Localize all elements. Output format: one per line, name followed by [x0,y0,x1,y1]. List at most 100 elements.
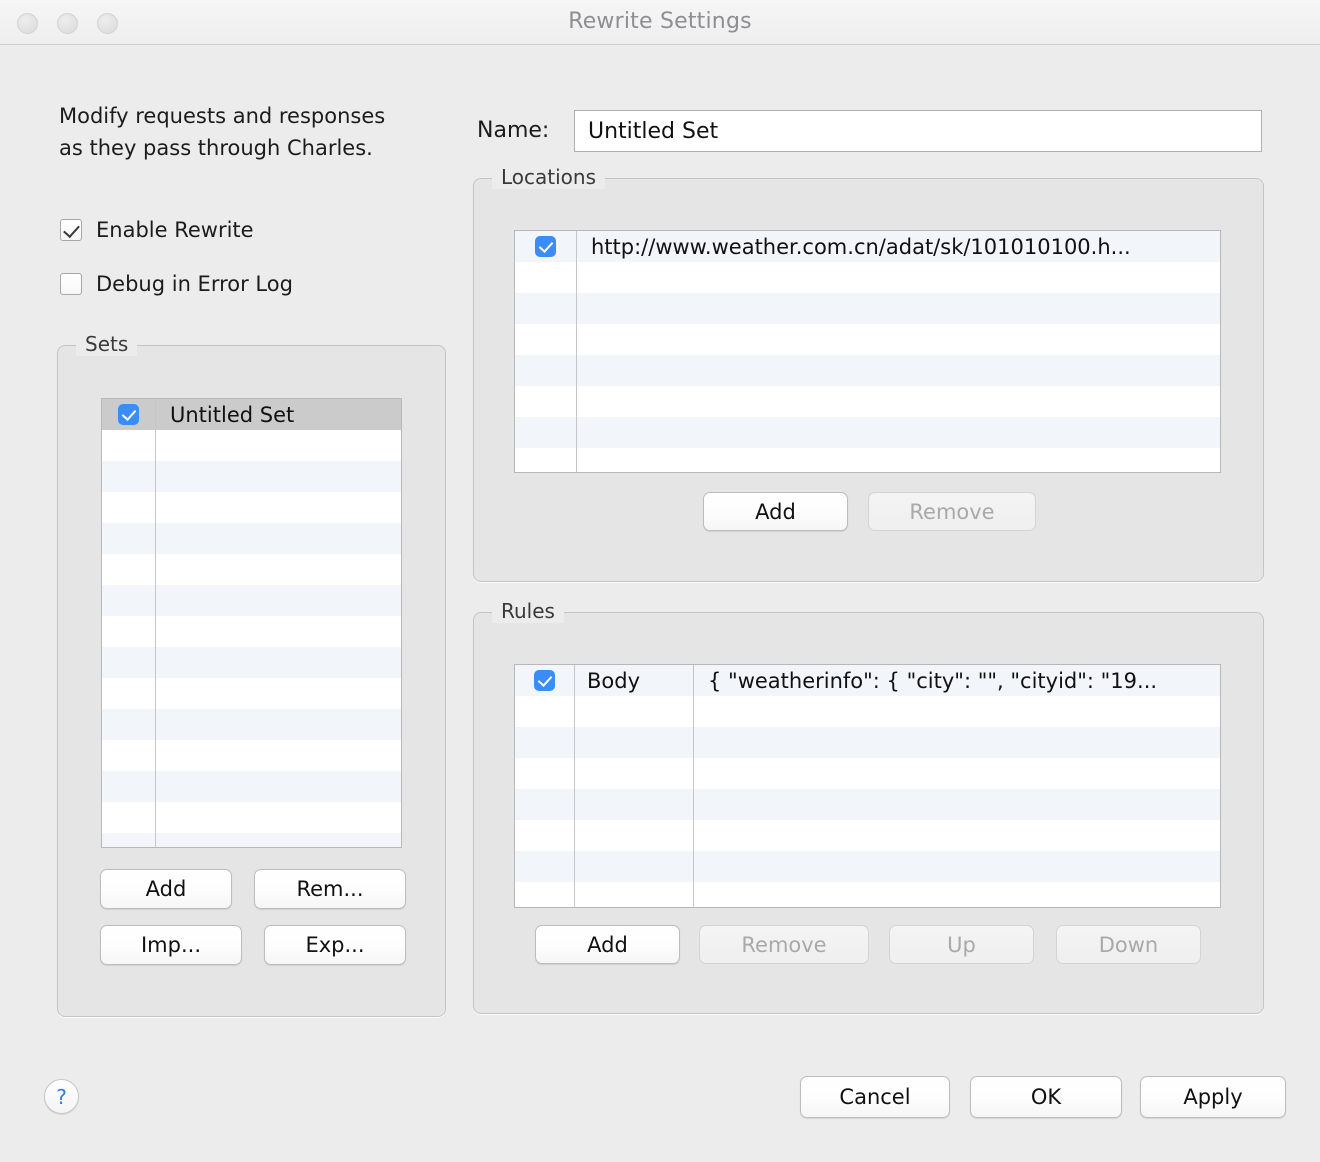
empty-check-cell [102,430,156,461]
table-row[interactable] [515,448,1220,472]
empty-cell [694,696,1220,727]
location-enabled-checkbox-cell[interactable] [515,231,577,262]
empty-check-cell [515,355,577,386]
empty-cell [694,758,1220,789]
cancel-button[interactable]: Cancel [800,1076,950,1118]
sets-remove-button[interactable]: Rem... [254,869,406,909]
empty-cell [575,789,694,820]
empty-cell [156,461,401,492]
empty-cell [694,789,1220,820]
table-row[interactable] [102,678,401,709]
table-row[interactable] [515,851,1220,882]
table-row[interactable] [102,740,401,771]
empty-cell [694,851,1220,882]
empty-cell [577,262,1220,293]
empty-cell [156,678,401,709]
empty-cell [575,696,694,727]
description-text: Modify requests and responses as they pa… [59,104,386,160]
table-row[interactable] [515,293,1220,324]
debug-error-log-checkbox[interactable] [60,273,82,295]
location-enabled-checkbox[interactable] [535,236,556,257]
empty-cell [156,802,401,833]
enable-rewrite-checkbox[interactable] [60,219,82,241]
empty-check-cell [515,293,577,324]
table-row[interactable] [102,833,401,847]
table-row[interactable] [102,461,401,492]
empty-check-cell [102,523,156,554]
table-row[interactable] [102,523,401,554]
set-enabled-checkbox[interactable] [118,404,139,425]
table-row[interactable] [515,262,1220,293]
empty-cell [156,833,401,847]
table-row[interactable] [102,616,401,647]
window-title: Rewrite Settings [568,9,752,34]
empty-check-cell [515,448,577,472]
empty-check-cell [102,554,156,585]
empty-check-cell [515,262,577,293]
table-row[interactable] [102,802,401,833]
table-row[interactable] [515,386,1220,417]
table-row[interactable] [515,882,1220,907]
empty-check-cell [102,833,156,847]
table-row[interactable]: http://www.weather.com.cn/adat/sk/101010… [515,231,1220,262]
rules-up-button: Up [889,925,1034,964]
apply-button[interactable]: Apply [1140,1076,1286,1118]
table-row[interactable] [515,727,1220,758]
table-row[interactable] [515,417,1220,448]
ok-button[interactable]: OK [970,1076,1122,1118]
empty-cell [577,386,1220,417]
empty-check-cell [102,709,156,740]
sets-add-button[interactable]: Add [100,869,232,909]
name-label: Name: [477,118,550,143]
locations-group-label: Locations [492,165,606,189]
table-row[interactable] [515,820,1220,851]
empty-check-cell [515,727,575,758]
table-row[interactable] [515,696,1220,727]
enable-rewrite-checkbox-row[interactable]: Enable Rewrite [60,218,254,242]
table-row[interactable] [515,355,1220,386]
table-row[interactable] [102,585,401,616]
locations-table[interactable]: http://www.weather.com.cn/adat/sk/101010… [514,230,1221,473]
empty-cell [156,430,401,461]
sets-group-label: Sets [76,332,138,356]
empty-cell [156,492,401,523]
help-button[interactable]: ? [44,1079,79,1114]
debug-error-log-checkbox-row[interactable]: Debug in Error Log [60,272,293,296]
table-row[interactable] [102,709,401,740]
name-input[interactable]: Untitled Set [574,110,1262,152]
empty-check-cell [515,851,575,882]
table-row[interactable] [102,647,401,678]
locations-add-button[interactable]: Add [703,492,848,531]
table-row[interactable]: Body { "weatherinfo": { "city": "", "cit… [515,665,1220,696]
empty-cell [575,882,694,907]
empty-check-cell [102,740,156,771]
rule-enabled-checkbox[interactable] [534,670,555,691]
rules-remove-button: Remove [699,925,869,964]
empty-cell [156,647,401,678]
table-row[interactable] [102,430,401,461]
table-row[interactable]: Untitled Set [102,399,401,430]
rule-enabled-checkbox-cell[interactable] [515,665,575,696]
empty-cell [694,820,1220,851]
sets-table[interactable]: Untitled Set [101,398,402,848]
table-row[interactable] [102,554,401,585]
sets-import-button[interactable]: Imp... [100,925,242,965]
window-titlebar: Rewrite Settings [0,0,1320,45]
table-row[interactable] [515,324,1220,355]
empty-cell [577,355,1220,386]
empty-check-cell [102,771,156,802]
enable-rewrite-label: Enable Rewrite [96,218,254,242]
empty-check-cell [102,647,156,678]
table-row[interactable] [102,492,401,523]
set-enabled-checkbox-cell[interactable] [102,399,156,430]
debug-error-log-label: Debug in Error Log [96,272,293,296]
table-row[interactable] [515,789,1220,820]
empty-cell [575,851,694,882]
empty-check-cell [515,386,577,417]
table-row[interactable] [515,758,1220,789]
empty-cell [577,324,1220,355]
table-row[interactable] [102,771,401,802]
rules-add-button[interactable]: Add [535,925,680,964]
sets-export-button[interactable]: Exp... [264,925,406,965]
rules-table[interactable]: Body { "weatherinfo": { "city": "", "cit… [514,664,1221,908]
